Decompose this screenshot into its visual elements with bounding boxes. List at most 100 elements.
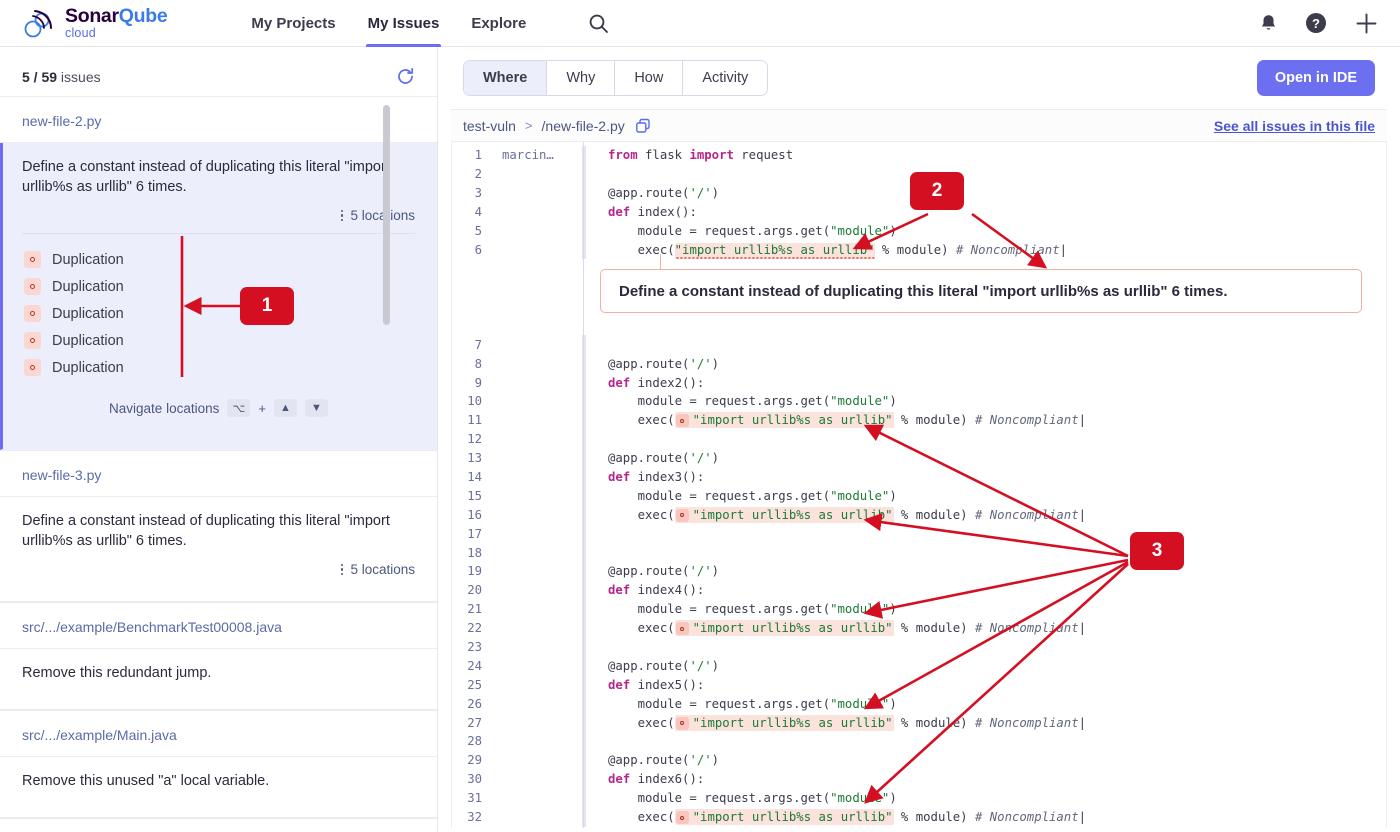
issues-list: new-file-2.py Define a constant instead … [0, 97, 437, 832]
nav-my-projects[interactable]: My Projects [235, 0, 351, 47]
line-number: 26 [452, 697, 482, 711]
flow-location-3[interactable]: Duplication [22, 300, 415, 327]
copy-icon[interactable] [635, 118, 651, 134]
code-text: @app.route('/') [588, 451, 719, 465]
issue-group: src/.../helpers/DatabaseHelper.java [0, 819, 437, 832]
code-text: @app.route('/') [588, 186, 719, 200]
code-text: def index2(): [588, 376, 704, 390]
code-line: 25def index5(): [452, 675, 1386, 694]
issue-item[interactable]: Define a constant instead of duplicating… [0, 497, 437, 602]
sidebar-scrollbar[interactable] [383, 105, 390, 325]
notifications-icon[interactable] [1260, 14, 1277, 33]
code-text: def index(): [588, 205, 697, 219]
sidebar-file-main-java[interactable]: src/.../example/Main.java [0, 711, 437, 757]
flow-location-label: Duplication [52, 252, 124, 268]
breadcrumb: test-vuln > /new-file-2.py See all issue… [451, 109, 1387, 142]
key-arrow-up[interactable]: ▲ [274, 399, 297, 417]
breadcrumb-project[interactable]: test-vuln [463, 118, 516, 134]
code-line: 12 [452, 430, 1386, 449]
code-text: exec("import urllib%s as urllib" % modul… [588, 716, 1086, 730]
see-all-issues-link[interactable]: See all issues in this file [1214, 118, 1375, 134]
flow-location-1[interactable]: Duplication [22, 246, 415, 273]
breadcrumb-file[interactable]: /new-file-2.py [542, 118, 625, 134]
search-icon[interactable] [588, 13, 609, 34]
flow-location-4[interactable]: Duplication [22, 327, 415, 354]
sidebar-file-benchmarktest[interactable]: src/.../example/BenchmarkTest00008.java [0, 603, 437, 649]
nav-explore[interactable]: Explore [455, 0, 542, 47]
key-arrow-down[interactable]: ▼ [305, 399, 328, 417]
line-number: 32 [452, 810, 482, 824]
issue-message: Remove this unused "a" local variable. [22, 771, 415, 791]
tab-where[interactable]: Where [464, 61, 547, 95]
tab-how[interactable]: How [615, 61, 683, 95]
flow-location-5[interactable]: Duplication [22, 354, 415, 381]
line-number: 1 [452, 148, 482, 162]
code-line: 11 exec("import urllib%s as urllib" % mo… [452, 411, 1386, 430]
duplication-marker-icon [24, 305, 41, 322]
annotation-badge-label: 3 [1152, 540, 1163, 562]
flow-location-2[interactable]: Duplication [22, 273, 415, 300]
code-line: 5 module = request.args.get("module") [452, 222, 1386, 241]
nav-my-issues[interactable]: My Issues [352, 0, 456, 47]
tab-why[interactable]: Why [547, 61, 615, 95]
issue-locations-toggle[interactable]: 5 locations [22, 562, 415, 577]
code-text: exec("import urllib%s as urllib" % modul… [588, 413, 1086, 427]
code-line: 21 module = request.args.get("module") [452, 600, 1386, 619]
tab-activity[interactable]: Activity [683, 61, 767, 95]
add-icon[interactable] [1355, 12, 1378, 35]
code-line: 7 [452, 335, 1386, 354]
code-line: 31 module = request.args.get("module") [452, 789, 1386, 808]
line-number: 17 [452, 527, 482, 541]
issue-item[interactable]: Remove this redundant jump. [0, 649, 437, 710]
sonarqube-logo[interactable]: SonarQube cloud [22, 7, 167, 40]
issue-item-selected[interactable]: Define a constant instead of duplicating… [0, 143, 437, 450]
code-line: 6 exec("import urllib%s as urllib" % mod… [452, 240, 1386, 259]
help-icon[interactable]: ? [1305, 12, 1327, 34]
flow-location-label: Duplication [52, 333, 124, 349]
primary-nav: My Projects My Issues Explore [235, 0, 542, 47]
annotation-badge-3: 3 [1130, 532, 1184, 570]
line-number: 27 [452, 716, 482, 730]
svg-text:?: ? [1312, 16, 1320, 31]
line-number: 12 [452, 432, 482, 446]
code-text: module = request.args.get("module") [588, 489, 897, 503]
line-number: 6 [452, 243, 482, 257]
code-line: 16 exec("import urllib%s as urllib" % mo… [452, 505, 1386, 524]
line-number: 8 [452, 357, 482, 371]
issues-count-header: 5 / 59 issues [0, 57, 437, 97]
code-text: @app.route('/') [588, 357, 719, 371]
code-line: 1marcin…from flask import request [452, 146, 1386, 165]
code-line: 32 exec("import urllib%s as urllib" % mo… [452, 808, 1386, 827]
issue-group: src/.../example/Main.java Remove this un… [0, 711, 437, 819]
code-text: @app.route('/') [588, 753, 719, 767]
line-number: 25 [452, 678, 482, 692]
sidebar-file-new-file-2[interactable]: new-file-2.py [0, 97, 437, 143]
line-number: 21 [452, 602, 482, 616]
code-text: exec("import urllib%s as urllib" % modul… [588, 508, 1086, 522]
detail-tabs: Where Why How Activity [463, 60, 768, 96]
code-text: module = request.args.get("module") [588, 394, 897, 408]
code-line: 24@app.route('/') [452, 656, 1386, 675]
code-line: 29@app.route('/') [452, 751, 1386, 770]
line-number: 30 [452, 772, 482, 786]
sidebar-file-new-file-3[interactable]: new-file-3.py [0, 451, 437, 497]
issue-callout: Define a constant instead of duplicating… [600, 269, 1362, 313]
code-text: def index4(): [588, 583, 704, 597]
issue-item[interactable]: Remove this unused "a" local variable. [0, 757, 437, 818]
brand-subtitle: cloud [65, 27, 167, 40]
annotation-badge-label: 1 [262, 295, 273, 317]
code-viewer: 1marcin…from flask import request 23 @app.… [451, 142, 1387, 828]
sidebar-file-databasehelper[interactable]: src/.../helpers/DatabaseHelper.java [0, 819, 437, 832]
open-in-ide-button[interactable]: Open in IDE [1257, 60, 1375, 96]
code-text: from flask import request [588, 148, 793, 162]
flow-location-label: Duplication [52, 279, 124, 295]
line-number: 5 [452, 224, 482, 238]
code-text: module = request.args.get("module") [588, 791, 897, 805]
annotation-badge-1: 1 [240, 287, 294, 325]
issue-locations-toggle[interactable]: 5 locations [22, 208, 415, 223]
refresh-icon[interactable] [396, 67, 415, 86]
key-option[interactable]: ⌥ [227, 399, 250, 417]
code-line: 23 [452, 638, 1386, 657]
code-line: 15 module = request.args.get("module") [452, 486, 1386, 505]
more-options-icon [341, 564, 344, 576]
